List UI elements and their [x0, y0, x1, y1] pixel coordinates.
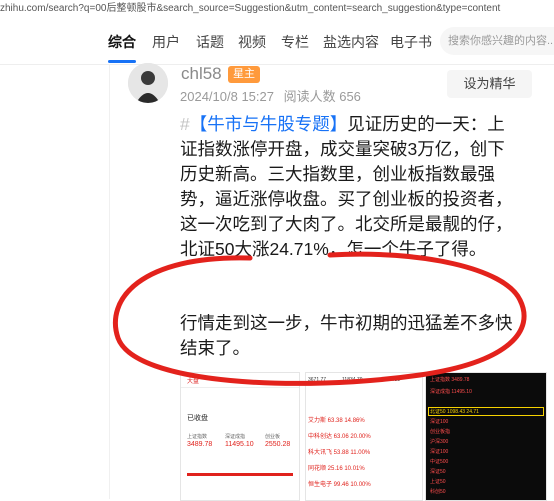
- thumb3-row: 深证100: [430, 419, 449, 425]
- thumb1-index-a: 上证指数: [187, 434, 208, 440]
- thumb1-index-b-value: 11495.10: [225, 441, 254, 448]
- thumb1-index-a-value: 3489.78: [187, 441, 213, 448]
- search-tabs: 综合 用户 话题 视频 专栏 盐选内容 电子书 搜索你感兴趣的内容...: [0, 18, 554, 65]
- search-input[interactable]: 搜索你感兴趣的内容...: [440, 27, 554, 55]
- set-featured-button[interactable]: 设为精华: [447, 70, 532, 98]
- tab-columns[interactable]: 专栏: [281, 32, 309, 52]
- thumb1-bar: [187, 473, 293, 476]
- hash-icon: #: [180, 114, 190, 134]
- active-tab-indicator: [108, 60, 136, 63]
- thumb3-row: 深证100: [430, 449, 449, 455]
- thumb2-row: 恒生电子 99.46 10.00%: [308, 482, 371, 488]
- tab-users[interactable]: 用户: [152, 32, 180, 52]
- post-date: 2024/10/8 15:27: [180, 89, 274, 104]
- thumb3-row: 深证50: [430, 469, 446, 475]
- thumb2-r3: 2564.33: [382, 377, 401, 383]
- topic-link[interactable]: 【牛市与牛股专题】: [190, 114, 348, 134]
- post-paragraph-2: 行情走到这一步，牛市初期的迅猛差不多快结束了。: [180, 313, 513, 358]
- thumb3-row: 北证50 1098.43 24.71: [430, 409, 479, 415]
- post-paragraph-1: #【牛市与牛股专题】见证历史的一天：上证指数涨停开盘，成交量突破3万亿，创下历史…: [180, 112, 520, 262]
- thumb3-row: 创业板指: [430, 429, 451, 435]
- image-thumbnail-3[interactable]: 上证指数 3489.78 深证成指 11495.10 北证50 1098.43 …: [425, 372, 547, 501]
- tab-videos[interactable]: 视频: [238, 32, 266, 52]
- thumb3-row: 中证500: [430, 459, 449, 465]
- thumb2-row: 艾力斯 63.38 14.86%: [308, 418, 365, 424]
- thumb3-row: 沪深300: [430, 439, 449, 445]
- tab-topics[interactable]: 话题: [196, 32, 224, 52]
- thumb3-row: 上证50: [430, 479, 446, 485]
- content-divider: [109, 64, 110, 499]
- image-thumbnail-1[interactable]: 大盘 已收盘 上证指数 3489.78 深证成指 11495.10 创业板 25…: [180, 372, 300, 501]
- thumb1-index-c: 创业板: [265, 434, 281, 440]
- tab-ebooks[interactable]: 电子书: [390, 32, 432, 52]
- thumb2-r2: 11834.79: [342, 377, 363, 383]
- avatar[interactable]: [128, 63, 168, 103]
- thumb1-index-c-value: 2550.28: [265, 441, 291, 448]
- star-owner-badge: 星主: [228, 66, 260, 83]
- thumb2-row: 中科创达 63.06 20.00%: [308, 434, 371, 440]
- image-thumbnail-2[interactable]: 3671.77 11834.79 2564.33 艾力斯 63.38 14.86…: [305, 372, 423, 501]
- thumb2-row: 科大讯飞 53.88 11.00%: [308, 450, 371, 456]
- thumb2-row: 同花顺 25.16 10.01%: [308, 466, 365, 472]
- thumb3-row: 科创50: [430, 489, 446, 495]
- thumb3-row: 深证成指 11495.10: [430, 389, 472, 395]
- read-count: 阅读人数 656: [283, 89, 361, 104]
- thumb3-row: 上证指数 3489.78: [430, 377, 470, 383]
- thumb1-status: 已收盘: [187, 415, 208, 422]
- tab-premium[interactable]: 盐选内容: [323, 32, 379, 52]
- thumb1-tab: 大盘: [187, 379, 200, 385]
- avatar-image: [128, 63, 168, 103]
- post-meta: 2024/10/8 15:27 阅读人数 656: [180, 86, 361, 105]
- tab-comprehensive[interactable]: 综合: [108, 32, 136, 52]
- author-name[interactable]: chl58: [181, 64, 222, 84]
- thumb1-index-b: 深证成指: [225, 434, 246, 440]
- post-text: 见证历史的一天：上证指数涨停开盘，成交量突破3万亿，创下历史新高。三大指数里，创…: [180, 114, 513, 259]
- thumb2-r1: 3671.77: [308, 377, 327, 383]
- browser-url-bar[interactable]: zhihu.com/search?q=00后整顿股市&search_source…: [0, 0, 554, 19]
